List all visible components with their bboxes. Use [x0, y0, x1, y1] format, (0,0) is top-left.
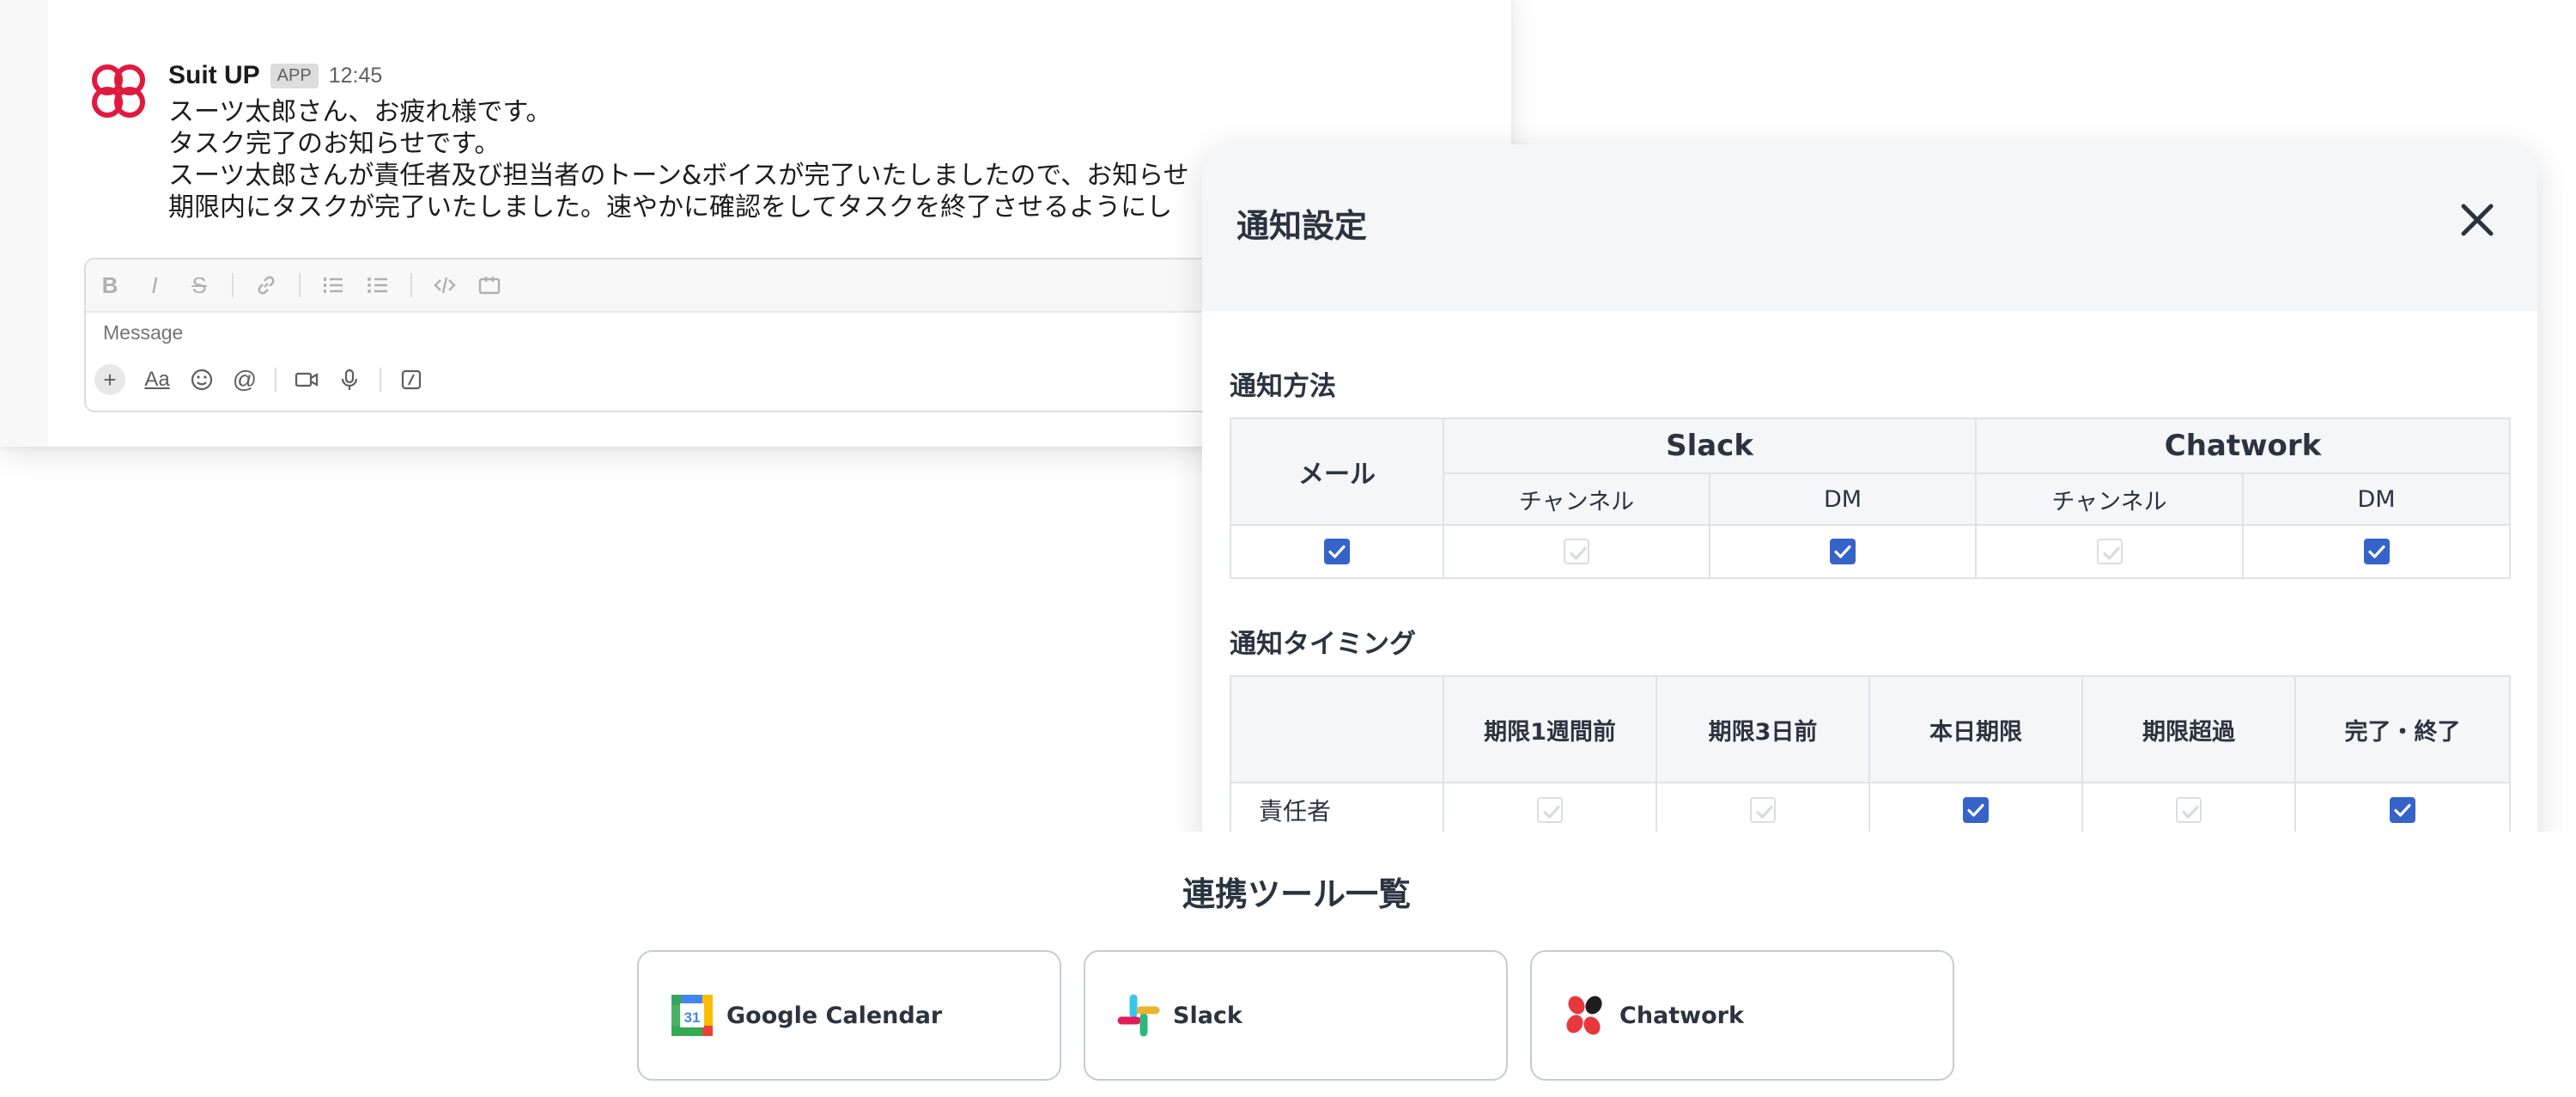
close-icon[interactable]	[2453, 196, 2501, 244]
slash-command-icon[interactable]	[398, 367, 424, 393]
chatwork-card[interactable]: Chatwork	[1530, 950, 1954, 1081]
google-calendar-icon: 31	[671, 995, 713, 1036]
italic-button[interactable]: I	[143, 272, 167, 299]
code-block-icon[interactable]	[477, 273, 501, 297]
slack-dm-check-cell	[1708, 524, 1978, 579]
chatwork-dm-checkbox[interactable]	[2363, 539, 2390, 564]
timing-check-cell	[1656, 782, 1870, 838]
tool-label: Slack	[1173, 1002, 1242, 1029]
modal-header: 通知設定	[1202, 144, 2537, 311]
table-row: 責任者	[1230, 782, 2511, 838]
mention-button[interactable]: @	[232, 366, 258, 393]
chatwork-group-header: Chatwork	[1975, 417, 2512, 474]
chatwork-dm-header: DM	[2242, 472, 2512, 526]
chatwork-channel-checkbox[interactable]	[2096, 539, 2123, 564]
modal-title: 通知設定	[1236, 207, 1368, 245]
timing-checkbox[interactable]	[1963, 797, 1989, 823]
chatwork-icon	[1566, 996, 1602, 1035]
emoji-icon[interactable]	[189, 367, 215, 393]
slack-channel-check-cell	[1443, 524, 1710, 579]
timing-column-header: 期限3日前	[1656, 675, 1870, 783]
timing-row-label: 責任者	[1230, 782, 1444, 838]
slack-channel-checkbox[interactable]	[1564, 539, 1589, 564]
timing-checkbox[interactable]	[1750, 797, 1776, 823]
timing-column-header: 本日期限	[1868, 675, 2083, 783]
message-line: 期限内にタスクが完了いたしました。速やかに確認をしてタスクを終了させるようにし	[168, 192, 1173, 222]
tool-label: Google Calendar	[726, 1002, 943, 1029]
timing-checkbox[interactable]	[2390, 797, 2415, 823]
timing-column-header: 期限1週間前	[1443, 675, 1657, 783]
svg-text:31: 31	[684, 1009, 701, 1026]
slack-card[interactable]: Slack	[1084, 950, 1508, 1081]
slack-channel-header: チャンネル	[1443, 472, 1710, 526]
app-badge: APP	[270, 63, 319, 88]
attach-plus-button[interactable]: +	[94, 364, 125, 395]
google-calendar-card[interactable]: 31 Google Calendar	[637, 950, 1061, 1081]
toolbar-divider	[299, 273, 301, 297]
notification-timing-table: 期限1週間前 期限3日前 本日期限 期限超過 完了・終了 責任者	[1230, 675, 2511, 838]
timing-checkbox[interactable]	[1537, 797, 1563, 823]
bullet-list-icon[interactable]	[366, 273, 390, 297]
link-icon[interactable]	[254, 273, 278, 297]
slack-dm-header: DM	[1708, 472, 1978, 526]
notification-method-label: 通知方法	[1230, 371, 1336, 402]
timing-check-cell	[2081, 782, 2296, 838]
actions-divider	[275, 368, 276, 392]
mail-check-cell	[1230, 524, 1444, 579]
message-line: スーツ太郎さんが責任者及び担当者のトーン&ボイスが完了いたしましたので、お知らせ	[168, 161, 1189, 191]
chatwork-channel-check-cell	[1975, 524, 2245, 579]
mail-checkbox[interactable]	[1324, 539, 1350, 564]
tool-label: Chatwork	[1619, 1002, 1744, 1029]
suitup-logo-icon	[92, 64, 145, 118]
chatwork-dm-check-cell	[2242, 524, 2512, 579]
bold-button[interactable]: B	[98, 272, 122, 299]
message-body: スーツ太郎さん、お疲れ様です。 タスク完了のお知らせです。 スーツ太郎さんが責任…	[168, 96, 1285, 223]
notification-method-table: メール Slack Chatwork チャンネル DM チャンネル DM	[1230, 417, 2512, 579]
message-author[interactable]: Suit UP	[168, 61, 260, 90]
timing-corner-header	[1230, 675, 1444, 783]
message-timestamp[interactable]: 12:45	[329, 64, 383, 88]
message-line: タスク完了のお知らせです。	[168, 129, 501, 159]
mail-column-header: メール	[1230, 417, 1444, 526]
code-icon[interactable]	[433, 273, 457, 297]
composer-actions: + Aa @	[94, 364, 424, 395]
message-input[interactable]	[103, 321, 790, 344]
message-header: Suit UP APP 12:45	[168, 58, 382, 93]
toolbar-divider	[232, 273, 234, 297]
actions-divider	[380, 368, 381, 392]
integrations-title: 連携ツール一覧	[1182, 875, 1411, 913]
sidebar-strip	[0, 0, 48, 447]
chatwork-channel-header: チャンネル	[1975, 472, 2245, 526]
video-icon[interactable]	[294, 367, 319, 393]
toolbar-divider	[410, 273, 412, 297]
strikethrough-button[interactable]: S	[187, 272, 211, 299]
slack-group-header: Slack	[1442, 417, 1978, 474]
microphone-icon[interactable]	[337, 367, 362, 393]
timing-check-cell	[2294, 782, 2511, 838]
text-format-button[interactable]: Aa	[143, 367, 172, 393]
slack-dm-checkbox[interactable]	[1830, 539, 1856, 564]
timing-column-header: 期限超過	[2081, 675, 2296, 783]
notification-timing-label: 通知タイミング	[1230, 629, 1416, 660]
timing-check-cell	[1868, 782, 2083, 838]
message-line: スーツ太郎さん、お疲れ様です。	[168, 97, 552, 127]
timing-check-cell	[1443, 782, 1657, 838]
timing-checkbox[interactable]	[2176, 797, 2202, 823]
timing-column-header: 完了・終了	[2294, 675, 2511, 783]
slack-icon	[1117, 994, 1160, 1037]
ordered-list-icon[interactable]	[321, 273, 345, 297]
